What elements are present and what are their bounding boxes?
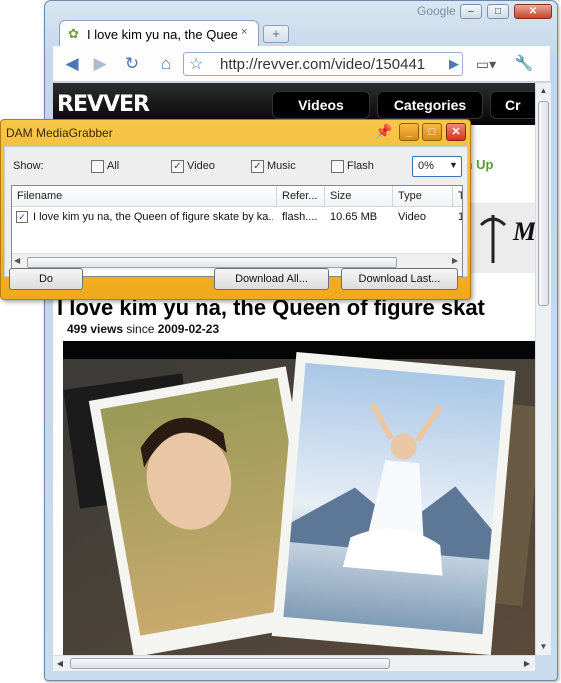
view-count: 499 views <box>67 322 124 336</box>
filter-flash-label[interactable]: Flash <box>347 160 374 172</box>
column-header-filename[interactable]: Filename <box>12 186 277 207</box>
window-maximize-button[interactable]: □ <box>487 4 509 19</box>
scroll-right-arrow-icon[interactable]: ▶ <box>520 656 534 672</box>
mediagrabber-dialog: DAM MediaGrabber 📌 _ □ ✕ Show: All ✓ Vid… <box>0 119 471 300</box>
page-horizontal-scrollbar[interactable]: ◀ ▶ <box>53 655 535 671</box>
video-frame-image <box>63 341 535 655</box>
scroll-up-arrow-icon[interactable]: ▲ <box>536 83 551 99</box>
nav-categories[interactable]: Categories <box>377 91 483 119</box>
go-arrow-icon[interactable]: ▶ <box>441 52 467 76</box>
column-header-extra[interactable]: T <box>453 186 462 207</box>
pin-icon[interactable]: 📌 <box>375 123 392 140</box>
forward-arrow-icon[interactable]: ▶ <box>87 52 113 76</box>
page-menu-icon[interactable]: ▭▾ <box>473 52 499 76</box>
scroll-right-arrow-icon[interactable]: ▶ <box>452 256 458 265</box>
back-arrow-icon[interactable]: ◀ <box>59 52 85 76</box>
window-close-button[interactable]: ✕ <box>514 4 552 19</box>
dialog-title: DAM MediaGrabber <box>6 126 113 140</box>
vertical-scroll-thumb[interactable] <box>538 101 549 306</box>
dialog-minimize-button[interactable]: _ <box>399 123 419 141</box>
dialog-panel: Show: All ✓ Video ✓ Music Flash 0% ▼ Fil… <box>4 146 468 277</box>
do-button[interactable]: Do <box>9 268 83 290</box>
column-header-size[interactable]: Size <box>325 186 393 207</box>
cell-size: 10.65 MB <box>330 211 378 223</box>
filter-video-label[interactable]: Video <box>187 160 215 172</box>
browser-window: Google – □ ✕ ✿ I love kim yu na, the Que… <box>44 0 558 681</box>
scroll-left-arrow-icon[interactable]: ◀ <box>14 256 20 265</box>
wrench-icon[interactable]: 🔧▾ <box>511 52 537 96</box>
window-minimize-button[interactable]: – <box>460 4 482 19</box>
nav-create[interactable]: Cr <box>490 91 535 119</box>
video-player[interactable] <box>63 341 535 655</box>
filter-music-label[interactable]: Music <box>267 160 296 172</box>
table-row[interactable]: ✓ I love kim yu na, the Queen of figure … <box>12 208 462 227</box>
upload-date: 2009-02-23 <box>157 322 220 336</box>
show-label: Show: <box>13 160 44 172</box>
row-checkbox[interactable]: ✓ <box>16 211 28 223</box>
since-label: since <box>126 322 155 336</box>
video-stats: 499 views since 2009-02-23 <box>67 322 219 336</box>
filter-music-checkbox[interactable]: ✓ <box>251 160 264 173</box>
browser-toolbar: ◀ ▶ ↻ ⌂ ☆ http://revver.com/video/150441… <box>53 46 550 96</box>
percent-value: 0% <box>418 160 434 172</box>
download-all-button[interactable]: Download All... <box>214 268 329 290</box>
tab-close-icon[interactable]: × <box>241 26 247 38</box>
scroll-down-arrow-icon[interactable]: ▼ <box>536 639 551 655</box>
browser-brand-label: Google <box>417 4 456 18</box>
site-logo[interactable]: REVVER <box>57 92 150 117</box>
percent-dropdown[interactable]: 0% ▼ <box>412 156 462 177</box>
page-vertical-scrollbar[interactable]: ▲ ▼ <box>535 83 551 655</box>
filter-all-checkbox[interactable] <box>91 160 104 173</box>
cell-referer: flash.... <box>282 211 318 223</box>
cell-extra: 1 <box>458 211 462 223</box>
ad-text: M <box>513 217 535 246</box>
scroll-left-arrow-icon[interactable]: ◀ <box>53 656 67 672</box>
filter-video-checkbox[interactable]: ✓ <box>171 160 184 173</box>
cell-type: Video <box>398 211 426 223</box>
column-header-referer[interactable]: Refer... <box>277 186 325 207</box>
dialog-close-button[interactable]: ✕ <box>446 123 466 141</box>
reload-icon[interactable]: ↻ <box>119 52 145 76</box>
chevron-down-icon: ▼ <box>449 160 458 170</box>
cell-filename: I love kim yu na, the Queen of figure sk… <box>33 211 273 223</box>
url-text[interactable]: http://revver.com/video/150441 <box>220 56 460 73</box>
horizontal-scroll-thumb[interactable] <box>70 658 390 669</box>
filter-all-label[interactable]: All <box>107 160 119 172</box>
list-scroll-thumb[interactable] <box>27 257 397 268</box>
ad-banner[interactable]: M <box>471 203 535 273</box>
browser-tab[interactable]: ✿ I love kim yu na, the Queen of figure … <box>59 20 259 46</box>
home-icon[interactable]: ⌂ <box>153 52 179 76</box>
dialog-maximize-button[interactable]: □ <box>422 123 442 141</box>
new-tab-button[interactable]: + <box>263 25 289 43</box>
filter-flash-checkbox[interactable] <box>331 160 344 173</box>
bookmark-star-icon[interactable]: ☆ <box>189 54 203 74</box>
column-header-type[interactable]: Type <box>393 186 453 207</box>
media-file-list: Filename Refer... Size Type T ✓ I love k… <box>11 185 463 277</box>
tab-title: I love kim yu na, the Queen of figure sk… <box>87 27 237 42</box>
nav-videos[interactable]: Videos <box>272 91 370 119</box>
download-last-button[interactable]: Download Last... <box>341 268 458 290</box>
address-bar[interactable]: ☆ http://revver.com/video/150441 <box>183 52 463 76</box>
favicon-icon: ✿ <box>68 26 79 41</box>
